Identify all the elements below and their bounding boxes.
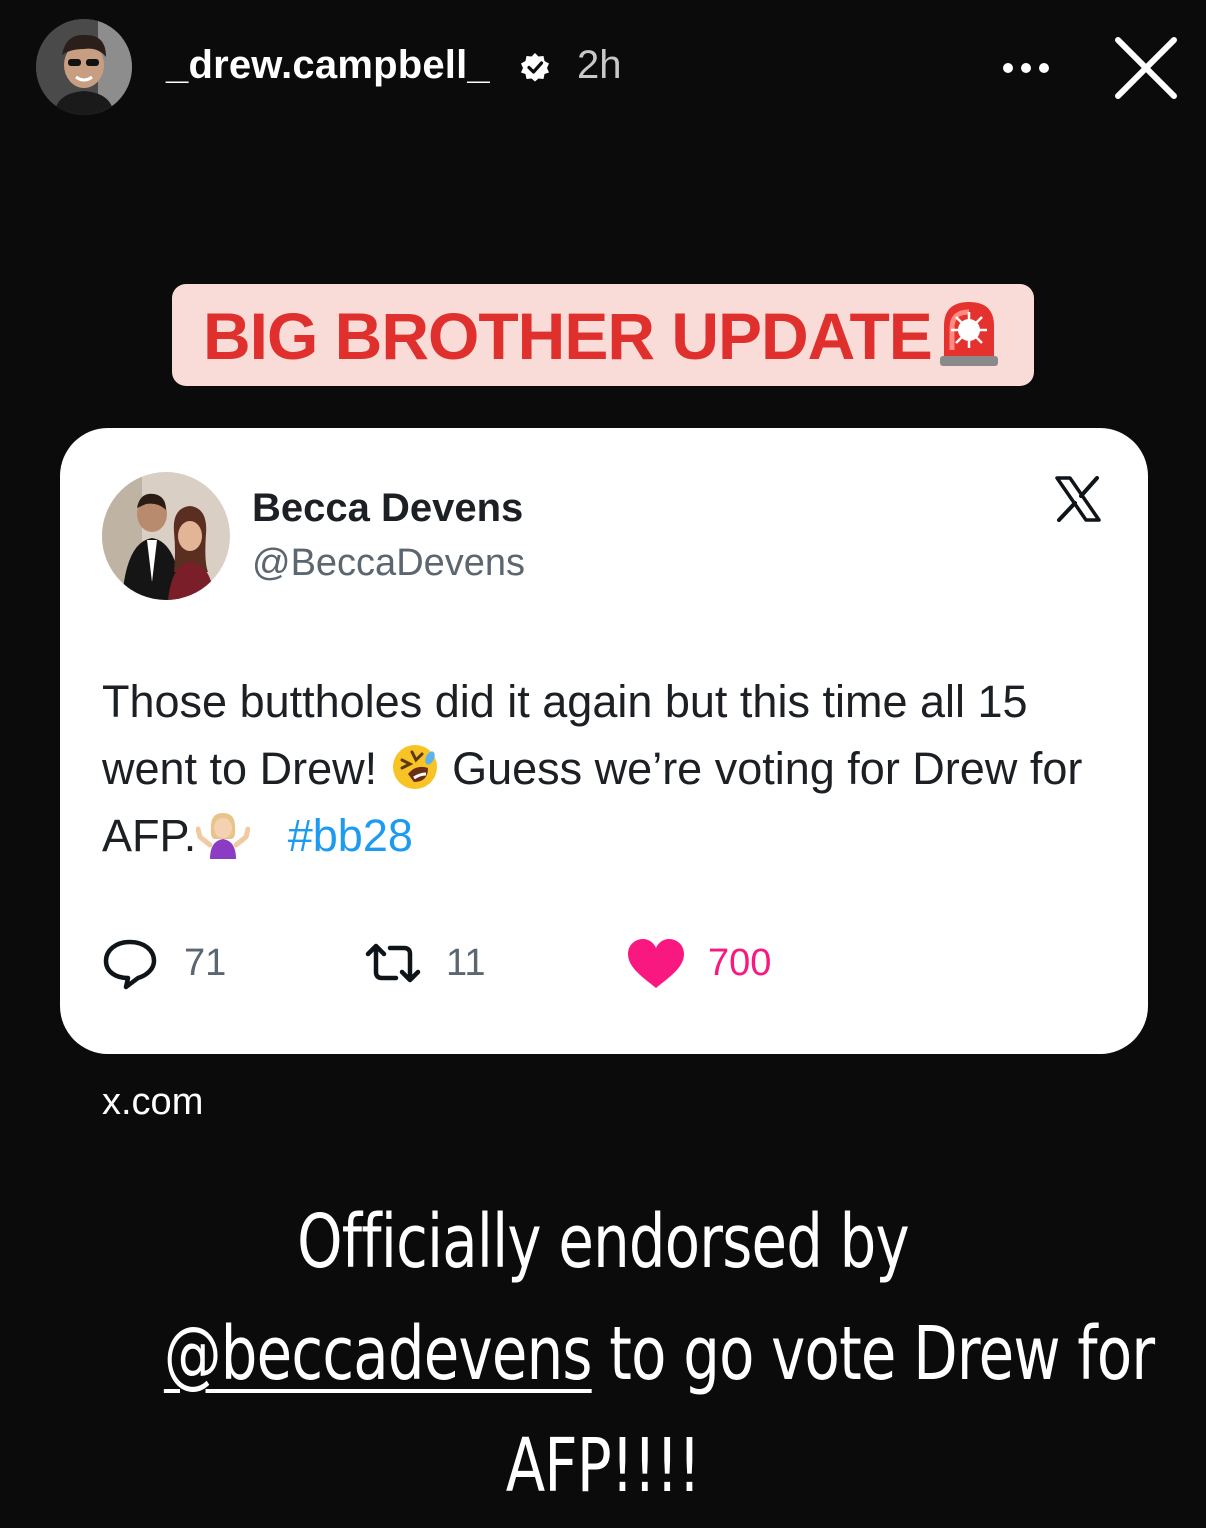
reply-count-value: 71 (184, 942, 227, 984)
caption-mention-link[interactable]: @beccadevens (164, 1311, 593, 1397)
caption-line-2-rest: to go vote Drew for (591, 1311, 1155, 1397)
retweet-count-value: 11 (446, 942, 486, 984)
caption-line-3: AFP!!!! (505, 1423, 701, 1509)
retweet-icon (365, 943, 421, 983)
close-icon[interactable] (1110, 32, 1182, 104)
heart-icon (628, 939, 684, 988)
embedded-tweet-card[interactable]: Becca Devens @BeccaDevens Those butthole… (60, 428, 1148, 1054)
story-header: _drew.campbell_ 2h (0, 0, 1206, 135)
like-count-value: 700 (708, 942, 772, 984)
tweet-author-handle[interactable]: @BeccaDevens (252, 542, 525, 585)
tweet-text: Those buttholes did it again but this ti… (102, 668, 1112, 869)
more-options-icon[interactable] (996, 46, 1056, 90)
woman-shrugging-icon (196, 813, 251, 859)
story-caption: Officially endorsed by @beccadevens to g… (164, 1186, 1155, 1522)
rolling-on-floor-laughing-icon (392, 745, 437, 789)
reply-bubble-icon (103, 939, 157, 990)
post-age: 2h (577, 43, 622, 87)
tweet-hashtag[interactable]: #bb28 (288, 810, 413, 861)
profile-avatar[interactable] (36, 19, 132, 115)
source-link[interactable]: x.com (102, 1081, 203, 1124)
x-logo-icon (1055, 476, 1101, 522)
tweet-author-avatar[interactable] (102, 472, 230, 600)
story-username[interactable]: _drew.campbell_ (166, 43, 490, 88)
caption-line-1: Officially endorsed by (297, 1199, 910, 1285)
verified-badge-icon (521, 53, 549, 82)
caption-line-2: @beccadevens to go vote Drew for (164, 1298, 1155, 1410)
update-banner: BIG BROTHER UPDATE (172, 284, 1034, 386)
tweet-author-name[interactable]: Becca Devens (252, 486, 523, 531)
police-siren-icon (940, 302, 998, 366)
update-banner-text: BIG BROTHER UPDATE (203, 299, 933, 373)
